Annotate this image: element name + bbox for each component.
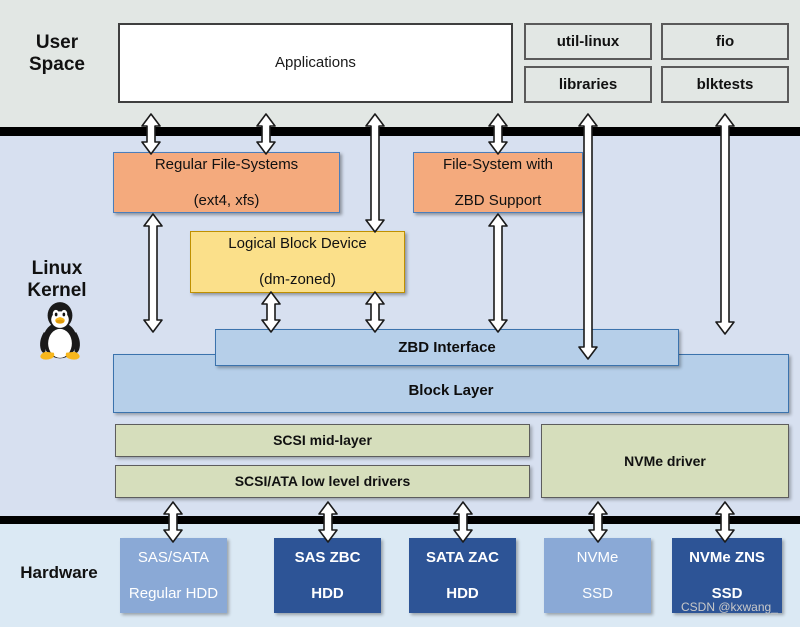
device-label: SATA ZAC HDD [409, 549, 516, 603]
arrow-zbd-fs-to-zbd-interface [487, 213, 509, 333]
zbd-fs-line2: ZBD Support [454, 191, 542, 209]
arrow-lbd-to-zbd-interface-1 [260, 291, 282, 333]
arrow-driver-to-sata-zac-hdd [452, 501, 474, 543]
lbd-line2: (dm-zoned) [259, 271, 336, 288]
arrow-driver-to-nvme-zns-ssd [714, 501, 736, 543]
arrow-driver-to-nvme-ssd [587, 501, 609, 543]
zbd-filesystem-label: File-System with ZBD Support [414, 156, 582, 210]
user-kernel-separator [0, 127, 800, 136]
scsi-mid-layer-box[interactable]: SCSI mid-layer [115, 424, 530, 457]
device-line1: SATA ZAC [425, 548, 500, 566]
kernel-label: Linux Kernel [8, 258, 106, 302]
nvme-driver-label: NVMe driver [624, 452, 706, 469]
device-nvme-ssd[interactable]: NVMe SSD [544, 538, 651, 613]
device-label: NVMe SSD [544, 549, 651, 603]
logical-block-device-label: Logical Block Device (dm-zoned) [191, 235, 404, 289]
zbd-interface-label: ZBD Interface [398, 338, 496, 356]
arrow-driver-to-sas-sata-hdd [162, 501, 184, 543]
blktests-label: blktests [696, 75, 754, 93]
arrow-blktests-to-zbd-interface [714, 113, 736, 335]
kernel-label-line1: Linux [31, 258, 83, 279]
kernel-label-line2: Kernel [27, 279, 87, 301]
diagram-canvas: User Space Linux Kernel Hardware Applica… [0, 0, 800, 627]
device-line1: NVMe ZNS [689, 548, 765, 566]
user-space-label-line1: User [35, 32, 79, 53]
block-layer-label: Block Layer [408, 382, 494, 399]
device-line2: Regular HDD [128, 584, 219, 602]
scsi-mid-layer-label: SCSI mid-layer [273, 432, 372, 449]
arrow-regular-fs-to-zbd-interface [142, 213, 164, 333]
regular-fs-line1: Regular File-Systems [154, 155, 299, 173]
device-sata-zac-hdd[interactable]: SATA ZAC HDD [409, 538, 516, 613]
device-line1: SAS ZBC [294, 548, 361, 566]
lbd-line1: Logical Block Device [228, 235, 367, 252]
device-line2: HDD [311, 584, 344, 602]
logical-block-device-box[interactable]: Logical Block Device (dm-zoned) [190, 231, 405, 293]
arrow-apps-to-regular-fs-2 [255, 113, 277, 155]
util-linux-box[interactable]: util-linux [524, 23, 652, 60]
user-space-label-line2: Space [29, 53, 85, 75]
fio-box[interactable]: fio [661, 23, 789, 60]
applications-label: Applications [275, 54, 356, 71]
zbd-filesystem-box[interactable]: File-System with ZBD Support [413, 152, 583, 213]
device-label: SAS ZBC HDD [274, 549, 381, 603]
device-label: NVMe ZNS SSD [672, 549, 782, 603]
kernel-hardware-separator [0, 516, 800, 524]
zbd-fs-line1: File-System with [442, 155, 554, 173]
device-label: SAS/SATA Regular HDD [120, 549, 227, 603]
device-line2: SSD [582, 584, 613, 602]
zbd-interface-box[interactable]: ZBD Interface [215, 329, 679, 366]
arrow-lbd-to-zbd-interface-2 [364, 291, 386, 333]
libraries-box[interactable]: libraries [524, 66, 652, 103]
applications-box[interactable]: Applications [118, 23, 513, 103]
linux-penguin-icon [40, 302, 80, 360]
device-line1: NVMe [576, 548, 619, 566]
watermark: CSDN @kxwang_ [681, 600, 778, 614]
libraries-label: libraries [558, 75, 618, 93]
blktests-box[interactable]: blktests [661, 66, 789, 103]
scsi-ata-low-level-drivers-box[interactable]: SCSI/ATA low level drivers [115, 465, 530, 498]
scsi-ata-low-level-drivers-label: SCSI/ATA low level drivers [234, 473, 411, 490]
util-linux-label: util-linux [556, 32, 620, 50]
device-line1: SAS/SATA [137, 548, 210, 566]
hardware-label: Hardware [20, 563, 98, 582]
regular-fs-line2: (ext4, xfs) [193, 191, 260, 209]
arrow-apps-to-zbd-fs [487, 113, 509, 155]
device-line2: HDD [446, 584, 479, 602]
nvme-driver-box[interactable]: NVMe driver [541, 424, 789, 498]
device-sas-sata-regular-hdd[interactable]: SAS/SATA Regular HDD [120, 538, 227, 613]
device-sas-zbc-hdd[interactable]: SAS ZBC HDD [274, 538, 381, 613]
fio-label: fio [715, 32, 735, 50]
arrow-apps-to-regular-fs [140, 113, 162, 155]
arrow-driver-to-sas-zbc-hdd [317, 501, 339, 543]
user-space-label: User Space [8, 32, 106, 76]
regular-filesystems-box[interactable]: Regular File-Systems (ext4, xfs) [113, 152, 340, 213]
arrow-libraries-to-block-layer [577, 113, 599, 360]
regular-filesystems-label: Regular File-Systems (ext4, xfs) [114, 156, 339, 210]
arrow-apps-to-logical-block-device [364, 113, 386, 233]
